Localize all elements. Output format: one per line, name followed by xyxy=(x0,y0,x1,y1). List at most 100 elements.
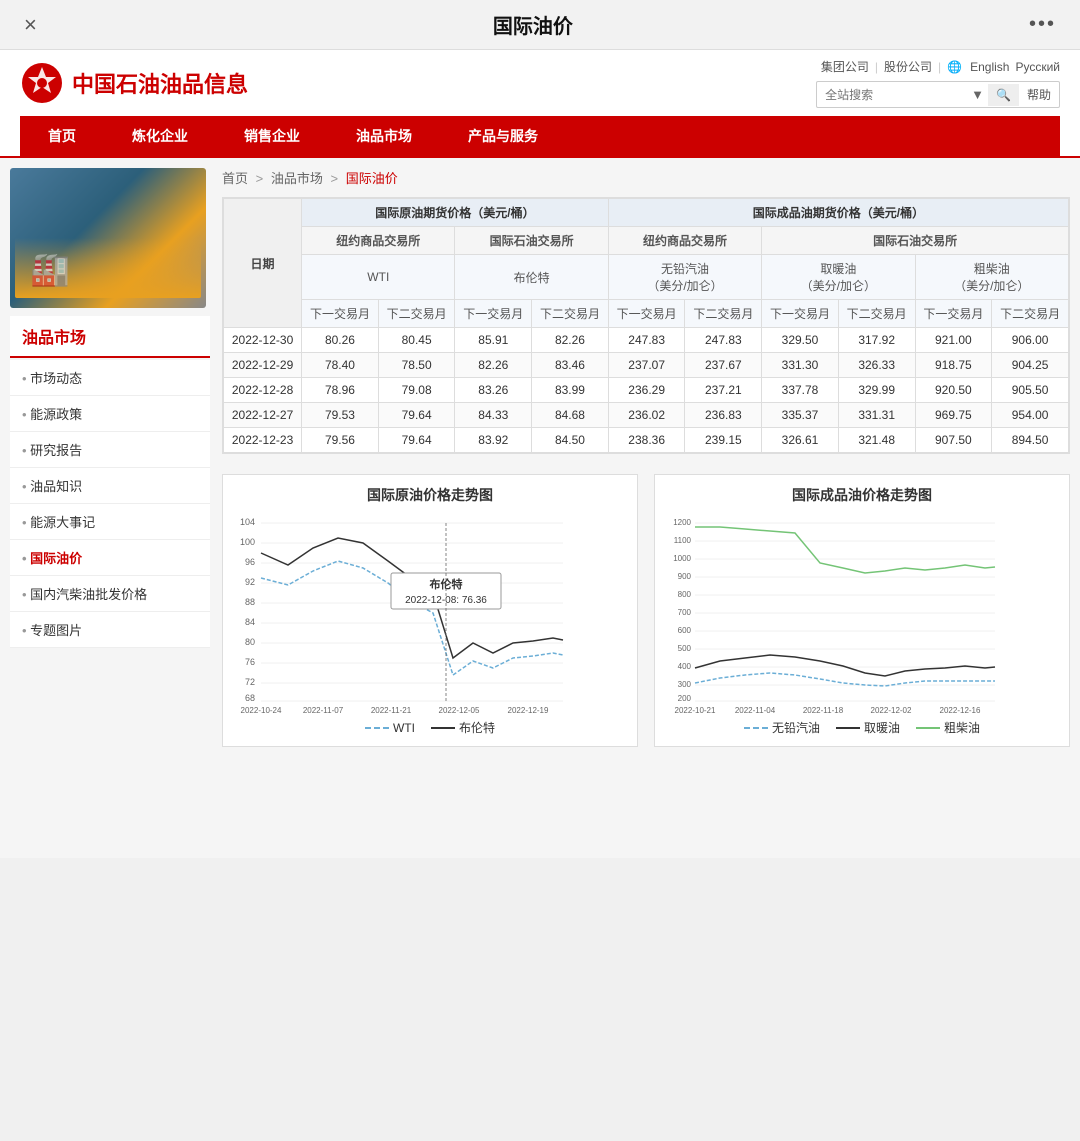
table-cell-10: 905.50 xyxy=(992,378,1069,403)
table-cell-10: 906.00 xyxy=(992,328,1069,353)
table-row: 2022-12-3080.2680.4585.9182.26247.83247.… xyxy=(224,328,1069,353)
sidebar-item-research: 研究报告 xyxy=(10,432,210,468)
breadcrumb-category[interactable]: 油品市场 xyxy=(271,171,323,186)
brent-header: 布伦特 xyxy=(455,255,608,300)
wti-second-header: 下二交易月 xyxy=(378,300,455,328)
svg-text:1000: 1000 xyxy=(673,554,691,563)
app-topbar: × 国际油价 ••• xyxy=(0,0,1080,50)
table-cell-3: 83.92 xyxy=(455,428,532,453)
table-row: 2022-12-2978.4078.5082.2683.46237.07237.… xyxy=(224,353,1069,378)
stock-link[interactable]: 股份公司 xyxy=(884,58,932,75)
crude-chart-block: 国际原油价格走势图 104 100 96 92 88 84 80 76 72 6… xyxy=(222,474,638,747)
sidebar-link-research[interactable]: 研究报告 xyxy=(10,432,210,467)
breadcrumb-sep2: > xyxy=(331,171,342,186)
search-dropdown[interactable]: ▼ xyxy=(967,83,988,106)
search-input[interactable] xyxy=(817,84,967,106)
sidebar-item-special: 专题图片 xyxy=(10,612,210,648)
table-cell-7: 331.30 xyxy=(762,353,839,378)
table-cell-5: 236.02 xyxy=(608,403,685,428)
legend-gasoline-label: 无铅汽油 xyxy=(772,719,820,736)
svg-text:2022-11-18: 2022-11-18 xyxy=(803,706,844,713)
gas-next-header: 下一交易月 xyxy=(608,300,685,328)
svg-text:76: 76 xyxy=(245,657,255,667)
table-cell-5: 238.36 xyxy=(608,428,685,453)
sidebar-link-market[interactable]: 市场动态 xyxy=(10,360,210,395)
breadcrumb: 首页 > 油品市场 > 国际油价 xyxy=(222,168,1070,187)
svg-text:104: 104 xyxy=(240,517,255,527)
table-cell-10: 954.00 xyxy=(992,403,1069,428)
sidebar-link-special[interactable]: 专题图片 xyxy=(10,612,210,647)
svg-text:100: 100 xyxy=(240,537,255,547)
table-cell-4: 82.26 xyxy=(532,328,609,353)
heat-second-header: 下二交易月 xyxy=(838,300,915,328)
table-row: 2022-12-2379.5679.6483.9284.50238.36239.… xyxy=(224,428,1069,453)
sidebar-item-policy: 能源政策 xyxy=(10,396,210,432)
app-title: 国际油价 xyxy=(493,10,573,39)
search-button[interactable]: 🔍 xyxy=(988,84,1019,106)
english-link[interactable]: English xyxy=(970,60,1009,74)
sidebar-link-intl-price[interactable]: 国际油价 xyxy=(10,540,210,575)
group-link[interactable]: 集团公司 xyxy=(821,58,869,75)
russian-link[interactable]: Русский xyxy=(1015,60,1060,74)
site-name: 中国石油油品信息 xyxy=(72,67,248,99)
table-cell-3: 82.26 xyxy=(455,353,532,378)
table-cell-9: 920.50 xyxy=(915,378,992,403)
search-bar: ▼ 🔍 帮助 xyxy=(816,81,1060,108)
breadcrumb-home[interactable]: 首页 xyxy=(222,171,248,186)
product-chart-svg: 1200 1100 1000 900 800 700 600 500 400 3… xyxy=(665,513,1005,713)
table-cell-6: 237.21 xyxy=(685,378,762,403)
price-table-section: 日期 国际原油期货价格（美元/桶） 国际成品油期货价格（美元/桶） 纽约商品交易… xyxy=(222,197,1070,454)
svg-text:400: 400 xyxy=(678,662,692,671)
nav-sales[interactable]: 销售企业 xyxy=(216,116,328,156)
sidebar-link-domestic-price[interactable]: 国内汽柴油批发价格 xyxy=(10,576,210,611)
brent-second-header: 下二交易月 xyxy=(532,300,609,328)
svg-text:84: 84 xyxy=(245,617,255,627)
table-cell-8: 331.31 xyxy=(838,403,915,428)
sidebar-menu: 市场动态 能源政策 研究报告 油品知识 能源大事记 国际油价 国内汽柴油批发价格… xyxy=(10,360,210,648)
svg-text:2022-11-21: 2022-11-21 xyxy=(371,706,412,713)
legend-gasoline-line xyxy=(744,727,768,729)
svg-text:800: 800 xyxy=(678,590,692,599)
table-cell-2: 80.45 xyxy=(378,328,455,353)
table-cell-8: 329.99 xyxy=(838,378,915,403)
wti-header: WTI xyxy=(302,255,455,300)
breadcrumb-sep1: > xyxy=(256,171,267,186)
sidebar-link-events[interactable]: 能源大事记 xyxy=(10,504,210,539)
table-cell-1: 79.56 xyxy=(302,428,379,453)
price-table: 日期 国际原油期货价格（美元/桶） 国际成品油期货价格（美元/桶） 纽约商品交易… xyxy=(223,198,1069,453)
more-button[interactable]: ••• xyxy=(1029,13,1056,36)
sidebar-item-intl-price: 国际油价 xyxy=(10,540,210,576)
gasoline-header: 无铅汽油 （美分/加仑） xyxy=(608,255,761,300)
svg-text:72: 72 xyxy=(245,677,255,687)
legend-heating-line xyxy=(836,727,860,729)
nav-home[interactable]: 首页 xyxy=(20,116,104,156)
table-cell-10: 904.25 xyxy=(992,353,1069,378)
sidebar-link-knowledge[interactable]: 油品知识 xyxy=(10,468,210,503)
left-sidebar: 油品市场 市场动态 能源政策 研究报告 油品知识 能源大事记 国际油价 国内汽柴… xyxy=(10,168,210,848)
table-cell-6: 239.15 xyxy=(685,428,762,453)
crude-chart-svg: 104 100 96 92 88 84 80 76 72 68 xyxy=(233,513,573,713)
sidebar-link-policy[interactable]: 能源政策 xyxy=(10,396,210,431)
petrochina-logo xyxy=(20,61,64,105)
crude-exchange2-header: 国际石油交易所 xyxy=(455,227,608,255)
close-button[interactable]: × xyxy=(24,12,37,38)
nav-oil-market[interactable]: 油品市场 xyxy=(328,116,440,156)
svg-text:96: 96 xyxy=(245,557,255,567)
gas-second-header: 下二交易月 xyxy=(685,300,762,328)
crude-chart-container: 104 100 96 92 88 84 80 76 72 68 xyxy=(233,513,627,713)
product-exchange1-header: 纽约商品交易所 xyxy=(608,227,761,255)
nav-products[interactable]: 产品与服务 xyxy=(440,116,566,156)
product-chart-title: 国际成品油价格走势图 xyxy=(665,485,1059,505)
nav-refinery[interactable]: 炼化企业 xyxy=(104,116,216,156)
sep2: | xyxy=(938,60,941,74)
product-chart-container: 1200 1100 1000 900 800 700 600 500 400 3… xyxy=(665,513,1059,713)
svg-text:2022-11-04: 2022-11-04 xyxy=(735,706,776,713)
main-content: 油品市场 市场动态 能源政策 研究报告 油品知识 能源大事记 国际油价 国内汽柴… xyxy=(0,158,1080,858)
product-table-header: 国际成品油期货价格（美元/桶） xyxy=(608,199,1068,227)
legend-gasoil-line xyxy=(916,727,940,729)
globe-icon: 🌐 xyxy=(947,60,962,74)
table-cell-3: 84.33 xyxy=(455,403,532,428)
sep1: | xyxy=(875,60,878,74)
table-cell-4: 84.50 xyxy=(532,428,609,453)
svg-text:700: 700 xyxy=(678,608,692,617)
